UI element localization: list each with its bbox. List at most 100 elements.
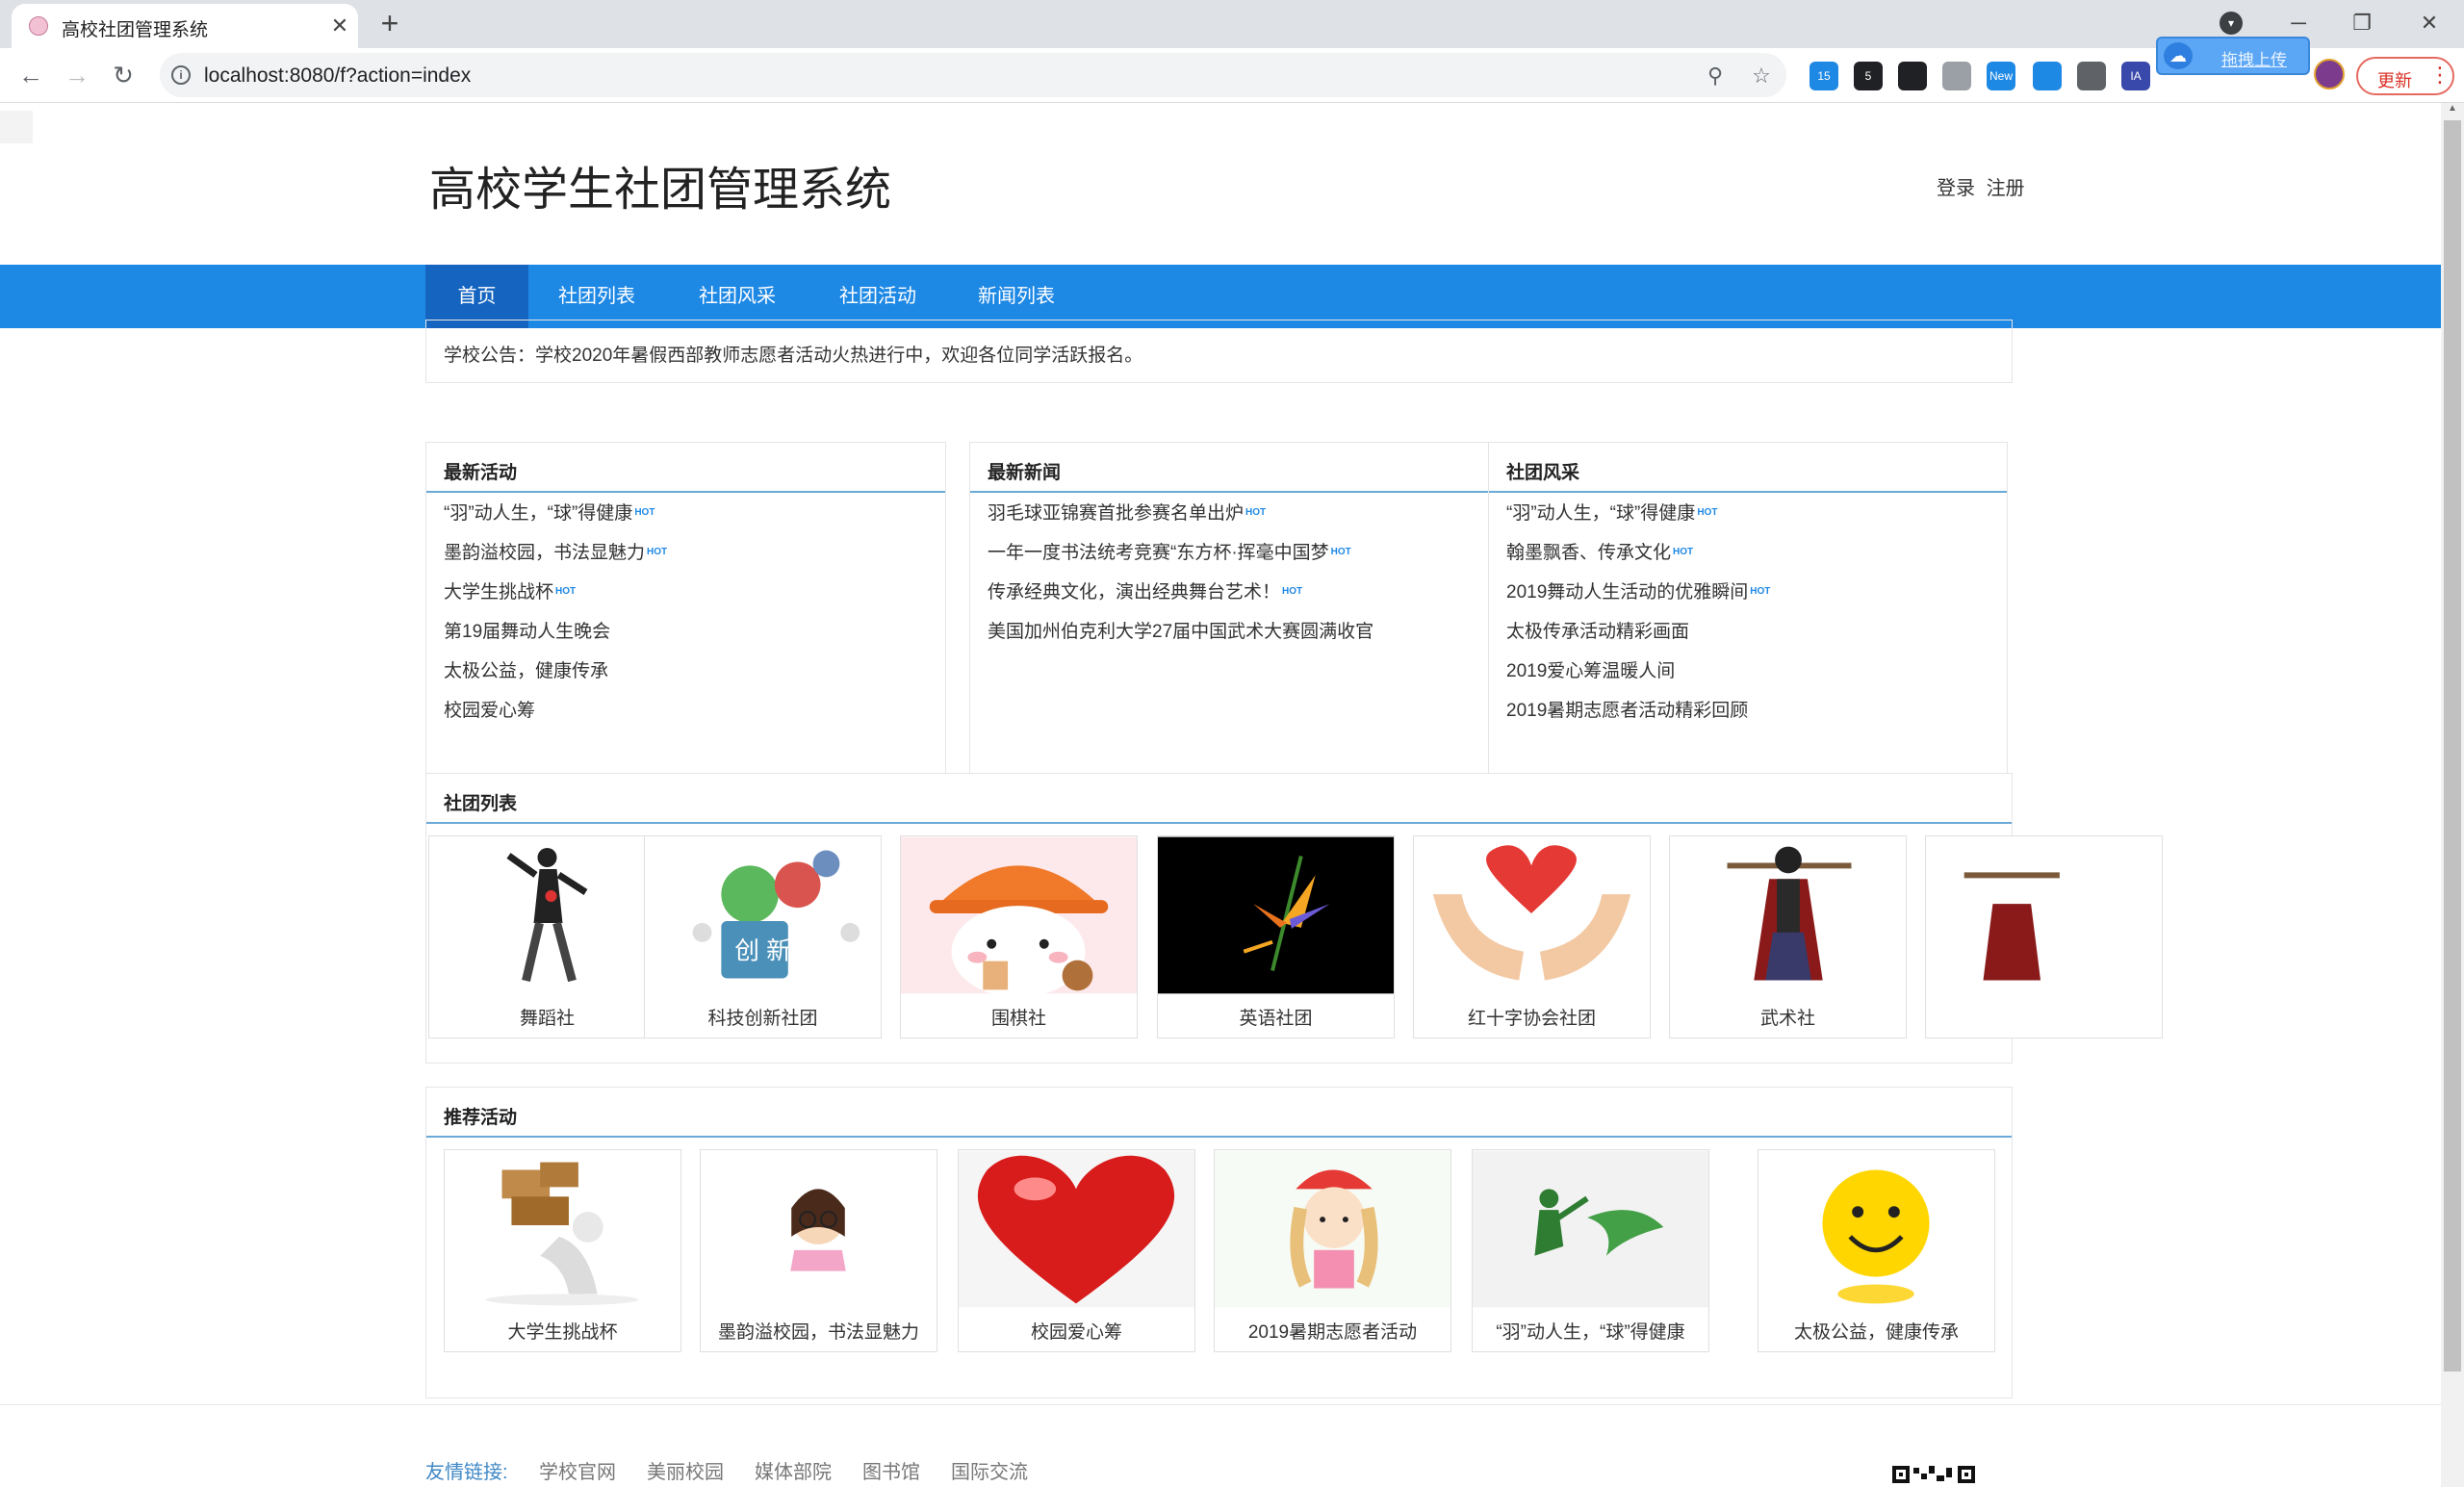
side-tab[interactable] bbox=[0, 111, 33, 143]
close-tab-icon[interactable]: ✕ bbox=[325, 12, 354, 40]
url-text[interactable]: localhost:8080/f?action=index bbox=[204, 64, 471, 88]
footer-link[interactable]: 学校官网 bbox=[539, 1456, 616, 1484]
list-item[interactable]: 校园爱心筹 bbox=[444, 696, 945, 735]
list-item[interactable]: 美国加州伯克利大学27届中国武术大赛圆满收官 bbox=[988, 617, 1489, 656]
mail-extension-icon[interactable]: 5 bbox=[1854, 62, 1883, 90]
grid-extension-icon[interactable]: 15 bbox=[1810, 62, 1838, 90]
club-card[interactable]: 英语社团 bbox=[1157, 835, 1395, 1038]
window-close-icon[interactable]: ✕ bbox=[2400, 6, 2458, 40]
footer-link[interactable]: 媒体部院 bbox=[755, 1456, 832, 1484]
club-card-caption[interactable]: 科技创新社团 bbox=[645, 1004, 881, 1030]
club-card-image[interactable] bbox=[1926, 836, 2162, 994]
list-item-label[interactable]: 第19届舞动人生晚会 bbox=[444, 622, 610, 642]
upload-button[interactable]: ☁ 拖拽上传 bbox=[2156, 37, 2310, 75]
activity-card[interactable]: 太极公益，健康传承 bbox=[1758, 1149, 1995, 1352]
list-item[interactable]: 2019舞动人生活动的优雅瞬间 HOT bbox=[1506, 577, 2007, 617]
new-extension-icon[interactable]: New bbox=[1987, 62, 2015, 90]
list-item[interactable]: 大学生挑战杯 HOT bbox=[444, 577, 945, 617]
club-card[interactable]: 红十字协会社团 bbox=[1413, 835, 1651, 1038]
list-item[interactable]: 太极传承活动精彩画面 bbox=[1506, 617, 2007, 656]
back-icon[interactable]: ← bbox=[15, 60, 46, 90]
club-card-caption[interactable]: 舞蹈社 bbox=[429, 1004, 665, 1030]
activity-card-caption[interactable]: 太极公益，健康传承 bbox=[1758, 1318, 1994, 1344]
club-card-caption[interactable]: 红十字协会社团 bbox=[1414, 1004, 1650, 1030]
club-card[interactable]: 舞蹈社 bbox=[428, 835, 666, 1038]
register-link[interactable]: 注册 bbox=[1987, 178, 2025, 199]
list-item[interactable]: 2019爱心筹温暖人间 bbox=[1506, 656, 2007, 696]
forward-icon[interactable]: → bbox=[62, 60, 92, 90]
activity-card-caption[interactable]: 2019暑期志愿者活动 bbox=[1215, 1318, 1450, 1344]
list-item-label[interactable]: 羽毛球亚锦赛首批参赛名单出炉 bbox=[988, 503, 1244, 524]
list-item[interactable]: 翰墨飘香、传承文化 HOT bbox=[1506, 538, 2007, 577]
activity-card[interactable]: 墨韵溢校园，书法显魅力 bbox=[700, 1149, 937, 1352]
activity-card-image[interactable] bbox=[701, 1150, 937, 1308]
cursor-extension-icon[interactable] bbox=[1942, 62, 1971, 90]
address-bar[interactable]: i localhost:8080/f?action=index ⚲ ☆ bbox=[160, 53, 1786, 97]
list-item-label[interactable]: 校园爱心筹 bbox=[444, 701, 535, 721]
activity-card[interactable]: 校园爱心筹 bbox=[958, 1149, 1195, 1352]
activity-card-caption[interactable]: “羽”动人生，“球”得健康 bbox=[1473, 1318, 1708, 1344]
activity-card[interactable]: 2019暑期志愿者活动 bbox=[1214, 1149, 1451, 1352]
activity-card-image[interactable] bbox=[445, 1150, 680, 1308]
club-card[interactable]: 围棋社 bbox=[900, 835, 1138, 1038]
zoom-icon[interactable]: ⚲ bbox=[1702, 63, 1729, 90]
club-card-image[interactable] bbox=[1158, 836, 1394, 994]
activity-card-image[interactable] bbox=[1473, 1150, 1708, 1308]
list-item-label[interactable]: “羽”动人生，“球”得健康 bbox=[1506, 503, 1695, 524]
list-item-label[interactable]: 美国加州伯克利大学27届中国武术大赛圆满收官 bbox=[988, 622, 1373, 642]
infinity-extension-icon[interactable] bbox=[1898, 62, 1927, 90]
activity-card[interactable]: “羽”动人生，“球”得健康 bbox=[1472, 1149, 1709, 1352]
club-card[interactable]: 武术社 bbox=[1669, 835, 1907, 1038]
reload-icon[interactable]: ↻ bbox=[108, 60, 139, 90]
list-item-label[interactable]: 一年一度书法统考竞赛“东方杯·挥毫中国梦 bbox=[988, 543, 1329, 563]
browser-tab[interactable]: 高校社团管理系统 ✕ bbox=[12, 4, 358, 48]
club-card-caption[interactable]: 武术社 bbox=[1670, 1004, 1906, 1030]
list-item-label[interactable]: “羽”动人生，“球”得健康 bbox=[444, 503, 632, 524]
club-card-image[interactable] bbox=[429, 836, 665, 994]
list-item[interactable]: 2019暑期志愿者活动精彩回顾 bbox=[1506, 696, 2007, 735]
page-scrollbar[interactable]: ▲ bbox=[2441, 103, 2464, 1487]
bookmark-star-icon[interactable]: ☆ bbox=[1748, 63, 1775, 90]
list-item-label[interactable]: 大学生挑战杯 bbox=[444, 582, 553, 602]
list-item[interactable]: 传承经典文化，演出经典舞台艺术！ HOT bbox=[988, 577, 1489, 617]
activity-card[interactable]: 大学生挑战杯 bbox=[444, 1149, 681, 1352]
list-item-label[interactable]: 翰墨飘香、传承文化 bbox=[1506, 543, 1671, 563]
minimize-icon[interactable]: ─ bbox=[2270, 6, 2327, 40]
activity-card-caption[interactable]: 校园爱心筹 bbox=[959, 1318, 1194, 1344]
footer-link[interactable]: 图书馆 bbox=[862, 1456, 920, 1484]
profile-avatar[interactable] bbox=[2314, 59, 2345, 90]
tag-extension-icon[interactable] bbox=[2033, 62, 2062, 90]
list-item-label[interactable]: 2019暑期志愿者活动精彩回顾 bbox=[1506, 701, 1748, 721]
list-item-label[interactable]: 2019爱心筹温暖人间 bbox=[1506, 661, 1675, 681]
list-item-label[interactable]: 太极传承活动精彩画面 bbox=[1506, 622, 1689, 642]
list-item[interactable]: 太极公益，健康传承 bbox=[444, 656, 945, 696]
activity-card-image[interactable] bbox=[1215, 1150, 1450, 1308]
list-item[interactable]: 墨韵溢校园，书法显魅力 HOT bbox=[444, 538, 945, 577]
club-card-image[interactable] bbox=[901, 836, 1137, 994]
update-button[interactable]: 更新 ⋮ bbox=[2356, 57, 2454, 95]
restore-icon[interactable]: ❐ bbox=[2333, 6, 2391, 40]
list-item-label[interactable]: 2019舞动人生活动的优雅瞬间 bbox=[1506, 582, 1748, 602]
scrollbar-thumb[interactable] bbox=[2444, 120, 2461, 1372]
activity-card-caption[interactable]: 大学生挑战杯 bbox=[445, 1318, 680, 1344]
new-tab-icon[interactable]: + bbox=[373, 8, 406, 40]
list-item-label[interactable]: 传承经典文化，演出经典舞台艺术！ bbox=[988, 582, 1280, 602]
list-item[interactable]: 一年一度书法统考竞赛“东方杯·挥毫中国梦 HOT bbox=[988, 538, 1489, 577]
activity-card-image[interactable] bbox=[959, 1150, 1194, 1308]
list-item[interactable]: 羽毛球亚锦赛首批参赛名单出炉 HOT bbox=[988, 499, 1489, 538]
list-item-label[interactable]: 太极公益，健康传承 bbox=[444, 661, 608, 681]
club-card[interactable]: 创 新科技创新社团 bbox=[644, 835, 882, 1038]
club-card-caption[interactable]: 英语社团 bbox=[1158, 1004, 1394, 1030]
ia-extension-icon[interactable]: IA bbox=[2121, 62, 2150, 90]
club-card-caption[interactable]: 围棋社 bbox=[901, 1004, 1137, 1030]
list-item[interactable]: 第19届舞动人生晚会 bbox=[444, 617, 945, 656]
activity-card-caption[interactable]: 墨韵溢校园，书法显魅力 bbox=[701, 1318, 937, 1344]
club-card-image[interactable] bbox=[1414, 836, 1650, 994]
login-link[interactable]: 登录 bbox=[1937, 178, 1975, 199]
list-item[interactable]: “羽”动人生，“球”得健康 HOT bbox=[444, 499, 945, 538]
footer-link[interactable]: 美丽校园 bbox=[647, 1456, 724, 1484]
club-card-image[interactable]: 创 新 bbox=[645, 836, 881, 994]
info-icon[interactable]: i bbox=[171, 65, 191, 85]
list-item[interactable]: “羽”动人生，“球”得健康 HOT bbox=[1506, 499, 2007, 538]
tab-search-icon[interactable]: ▾ bbox=[2220, 12, 2243, 35]
